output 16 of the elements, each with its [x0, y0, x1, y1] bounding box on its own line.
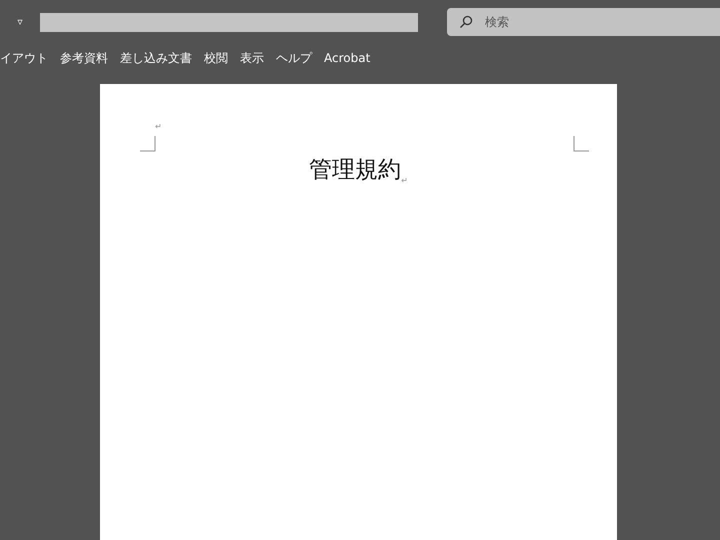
ribbon-tab[interactable]: 表示: [240, 50, 264, 66]
paragraph-mark: ↵: [155, 122, 162, 131]
ribbon-tab[interactable]: Acrobat: [324, 51, 370, 65]
ribbon-tab[interactable]: 校閲: [204, 50, 228, 66]
ribbon-tab[interactable]: 参考資料: [60, 50, 108, 66]
search-icon: [459, 15, 473, 29]
ribbon-tab[interactable]: 差し込み文書: [120, 50, 192, 66]
crop-mark-icon: [573, 136, 589, 152]
paragraph-mark: ↵: [401, 176, 408, 185]
search-input[interactable]: 検索: [483, 14, 637, 30]
ribbon-tab[interactable]: イアウト: [0, 50, 48, 66]
search-field[interactable]: 検索: [447, 8, 720, 36]
crop-mark-icon: [140, 136, 156, 152]
dropdown-symbol[interactable]: ▿: [0, 16, 40, 28]
ribbon-tab[interactable]: ヘルプ: [276, 50, 312, 66]
document-heading: 管理規約: [309, 156, 402, 185]
